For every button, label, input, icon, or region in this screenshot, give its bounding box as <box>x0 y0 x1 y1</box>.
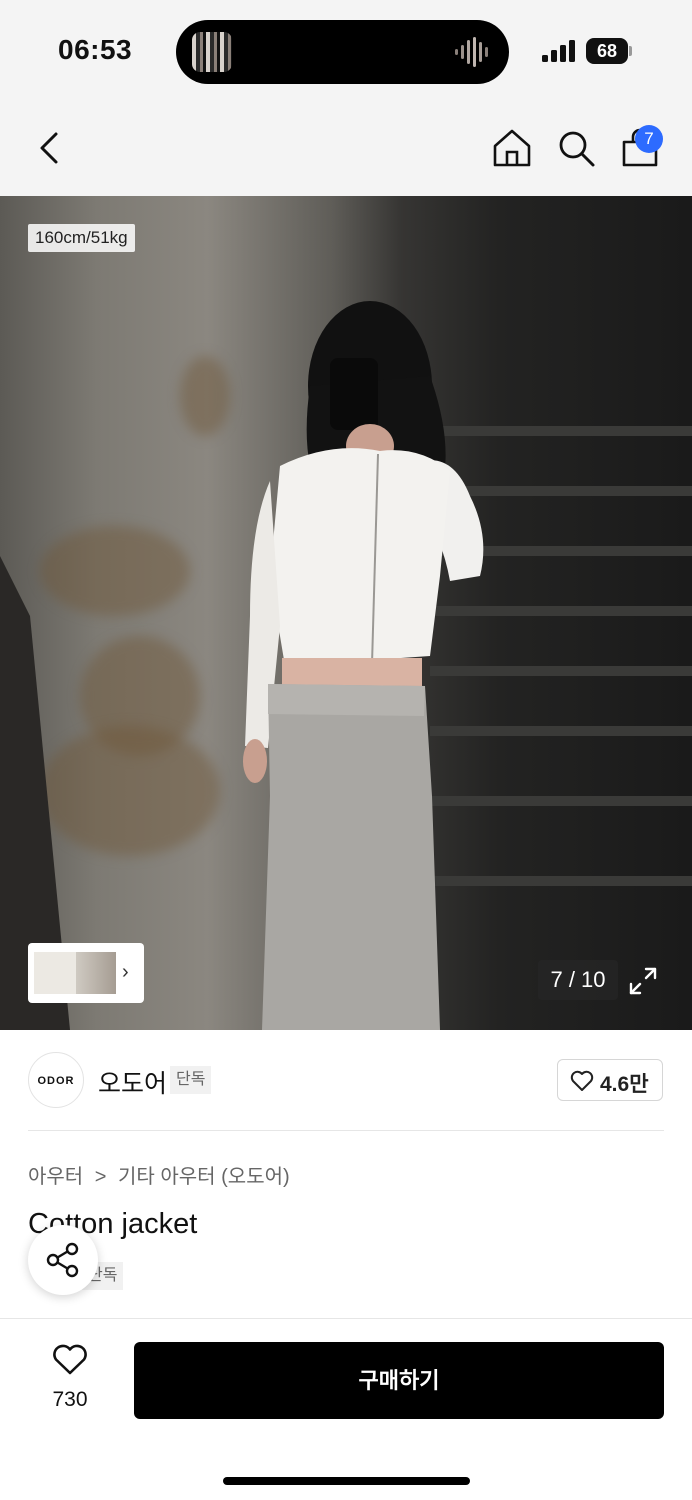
search-icon[interactable] <box>556 128 596 168</box>
heart-icon <box>570 1070 594 1091</box>
status-bar: 06:53 68 <box>0 0 692 100</box>
brand-like-button[interactable]: 4.6만 <box>557 1059 663 1101</box>
divider <box>0 1318 692 1319</box>
breadcrumb-separator: > <box>94 1166 107 1188</box>
audio-waveform-icon <box>455 37 488 67</box>
battery-indicator: 68 <box>586 38 628 64</box>
product-image-carousel[interactable]: 160cm/51kg › 7 / 10 <box>0 196 692 1030</box>
divider <box>28 1130 664 1131</box>
expand-icon[interactable] <box>628 966 658 996</box>
battery-cap <box>629 46 632 56</box>
product-like-count: 730 <box>52 1388 88 1411</box>
breadcrumb-item[interactable]: 기타 아우터 (오도어) <box>118 1160 290 1189</box>
thumbnail-image[interactable] <box>34 952 78 994</box>
top-nav-bar <box>0 100 692 196</box>
exclusive-badge: 단독 <box>170 1066 212 1094</box>
share-icon <box>46 1242 79 1278</box>
home-indicator[interactable] <box>223 1477 470 1485</box>
heart-icon <box>53 1344 87 1375</box>
home-icon[interactable] <box>492 128 532 168</box>
brand-name[interactable]: 오도어 <box>98 1064 167 1100</box>
model-size-tag: 160cm/51kg <box>28 224 135 252</box>
breadcrumb: 아우터 > 기타 아우터 (오도어) <box>28 1160 290 1189</box>
image-page-counter: 7 / 10 <box>538 960 618 1000</box>
status-time: 06:53 <box>58 34 133 65</box>
now-playing-artwork <box>192 32 232 72</box>
buy-button[interactable]: 구매하기 <box>134 1342 664 1419</box>
brand-logo[interactable]: ODOR <box>28 1052 84 1108</box>
share-button[interactable] <box>28 1225 98 1295</box>
thumbnail-strip[interactable]: › <box>28 943 144 1003</box>
thumbnail-image[interactable] <box>76 952 116 994</box>
brand-like-count: 4.6만 <box>600 1073 649 1096</box>
cart-count-badge: 7 <box>635 125 663 153</box>
thumbnail-chevron-icon[interactable]: › <box>122 961 129 984</box>
dynamic-island[interactable] <box>176 20 509 84</box>
product-like-button[interactable]: 730 <box>36 1344 104 1414</box>
breadcrumb-item[interactable]: 아우터 <box>28 1160 83 1189</box>
back-arrow-icon[interactable] <box>30 128 70 168</box>
model-photo <box>0 301 484 1030</box>
cellular-signal-icon <box>542 40 575 62</box>
